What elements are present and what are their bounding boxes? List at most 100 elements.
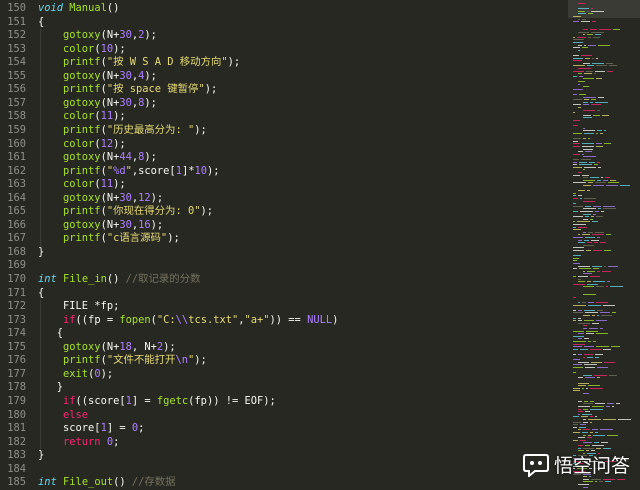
code-line[interactable]: 171 { [0,287,568,300]
minimap-line [573,387,580,389]
minimap-line [587,281,591,283]
code-line[interactable]: 160 color(12); [0,138,568,151]
code-line[interactable]: 163 color(11); [0,178,568,191]
code-line[interactable]: 170 int File_in() //取记录的分数 [0,273,568,286]
string-token: "按 space 键暂停" [106,83,205,96]
code-token: ((score[ [75,394,126,407]
minimap-line [591,361,602,363]
code-line[interactable]: 159 printf("历史最高分为: "); [0,124,568,137]
minimap-line [592,21,596,23]
minimap-line [583,130,595,132]
code-line[interactable]: 177 exit(0); [0,368,568,381]
code-line[interactable]: 154 printf("按 W S A D 移动方向"); [0,56,568,69]
code-line[interactable]: 169 [0,259,568,272]
code-line[interactable]: 157 gotoxy(N+30,8); [0,97,568,110]
code-line[interactable]: 156 printf("按 space 键暂停"); [0,83,568,96]
watermark: 悟空问答 [522,451,630,478]
minimap-line [573,343,585,345]
minimap-line [580,424,586,426]
code-line[interactable]: 180 else [0,409,568,422]
code-line[interactable]: 165 printf("你现在得分为: 0"); [0,205,568,218]
code-token: ,score[ [131,164,176,177]
keyword-token: if [63,313,76,326]
minimap-line [595,70,605,72]
minimap-line [583,62,590,64]
code-line[interactable]: 167 printf("c语言源码"); [0,232,568,245]
minimap-line [582,432,588,433]
code-token: { [38,15,45,28]
minimap-line [595,34,601,36]
code-line[interactable]: 162 printf("%d",score[1]*10); [0,165,568,178]
line-number: 152 [7,29,26,42]
minimap-line [583,127,585,129]
code-line[interactable]: 183} [0,449,568,462]
minimap-line [617,478,625,480]
code-line[interactable]: 174 { [0,327,568,340]
minimap-line [582,47,588,49]
minimap-line [581,416,588,418]
minimap-line [595,432,598,433]
code-line[interactable]: 166 gotoxy(N+30,16); [0,219,568,232]
code-line[interactable]: 153 color(10); [0,43,568,56]
code-line[interactable]: 176 printf("文件不能打开\n"); [0,354,568,367]
line-number: 169 [7,259,26,272]
code-line[interactable]: 179 if((score[1] = fgetc(fp)) != EOF); [0,395,568,408]
code-line[interactable]: 151 { [0,16,568,29]
minimap-line [573,161,577,163]
minimap-line [583,486,588,488]
minimap-line [601,211,604,212]
minimap-line [586,250,591,251]
code-token: } [38,381,64,394]
minimap-line [595,182,606,184]
code-line[interactable]: 155 gotoxy(N+30,4); [0,70,568,83]
code-line[interactable]: 181 score[1] = 0; [0,422,568,435]
code-line[interactable]: 175 gotoxy(N+18, N+2); [0,341,568,354]
minimap-line [585,216,589,218]
code-line[interactable]: 185 int File_out() //存数据 [0,476,568,489]
code-line[interactable]: 158 color(11); [0,110,568,123]
code-line[interactable]: 173 if((fp = fopen("C:\\tcs.txt","a+")) … [0,314,568,327]
minimap-line [573,354,576,355]
code-token: (N+ [100,191,120,204]
minimap-line [591,10,604,12]
code-editor[interactable]: 150 void Manual() 151{152 gotoxy(N+30,2); 1… [0,0,568,490]
function-token: gotoxy [63,69,101,82]
minimap-line [594,242,598,244]
minimap-line [594,73,596,75]
minimap-line [596,65,607,67]
code-line[interactable]: 178 } [0,381,568,394]
minimap-line [609,374,617,376]
code-text: score[1] = 0; [38,422,144,435]
minimap-line [603,419,616,420]
minimap-line [573,205,583,207]
code-text: color(12); [38,138,126,151]
escape-token: \\ [175,313,189,326]
code-line[interactable]: 182 return 0; [0,436,568,449]
code-line[interactable]: 150 void Manual() [0,2,568,15]
code-token: ] = [131,394,157,407]
code-line[interactable]: 161 gotoxy(N+44,8); [0,151,568,164]
code-text: if((fp = fopen("C:\\tcs.txt","a+")) == N… [38,314,338,327]
code-line[interactable]: 164 gotoxy(N+30,12); [0,192,568,205]
minimap-line [590,29,597,30]
minimap-line [573,426,577,428]
minimap-line [603,208,616,210]
minimap-line [600,429,613,431]
code-line[interactable]: 152 gotoxy(N+30,2); [0,29,568,42]
code-line[interactable]: 168} [0,246,568,259]
minimap-line [579,94,586,95]
minimap-line [593,434,605,436]
minimap[interactable] [568,0,640,490]
minimap-line [606,406,610,407]
line-number: 151 [7,15,26,28]
code-token: ); [150,218,164,231]
keyword-token: return [63,435,101,448]
minimap-line [592,315,595,316]
function-token: color [63,178,95,191]
number-token: 30 [119,29,132,42]
code-line[interactable]: 184 [0,463,568,476]
code-line[interactable]: 172 FILE *fp; [0,300,568,313]
minimap-line [618,419,631,420]
